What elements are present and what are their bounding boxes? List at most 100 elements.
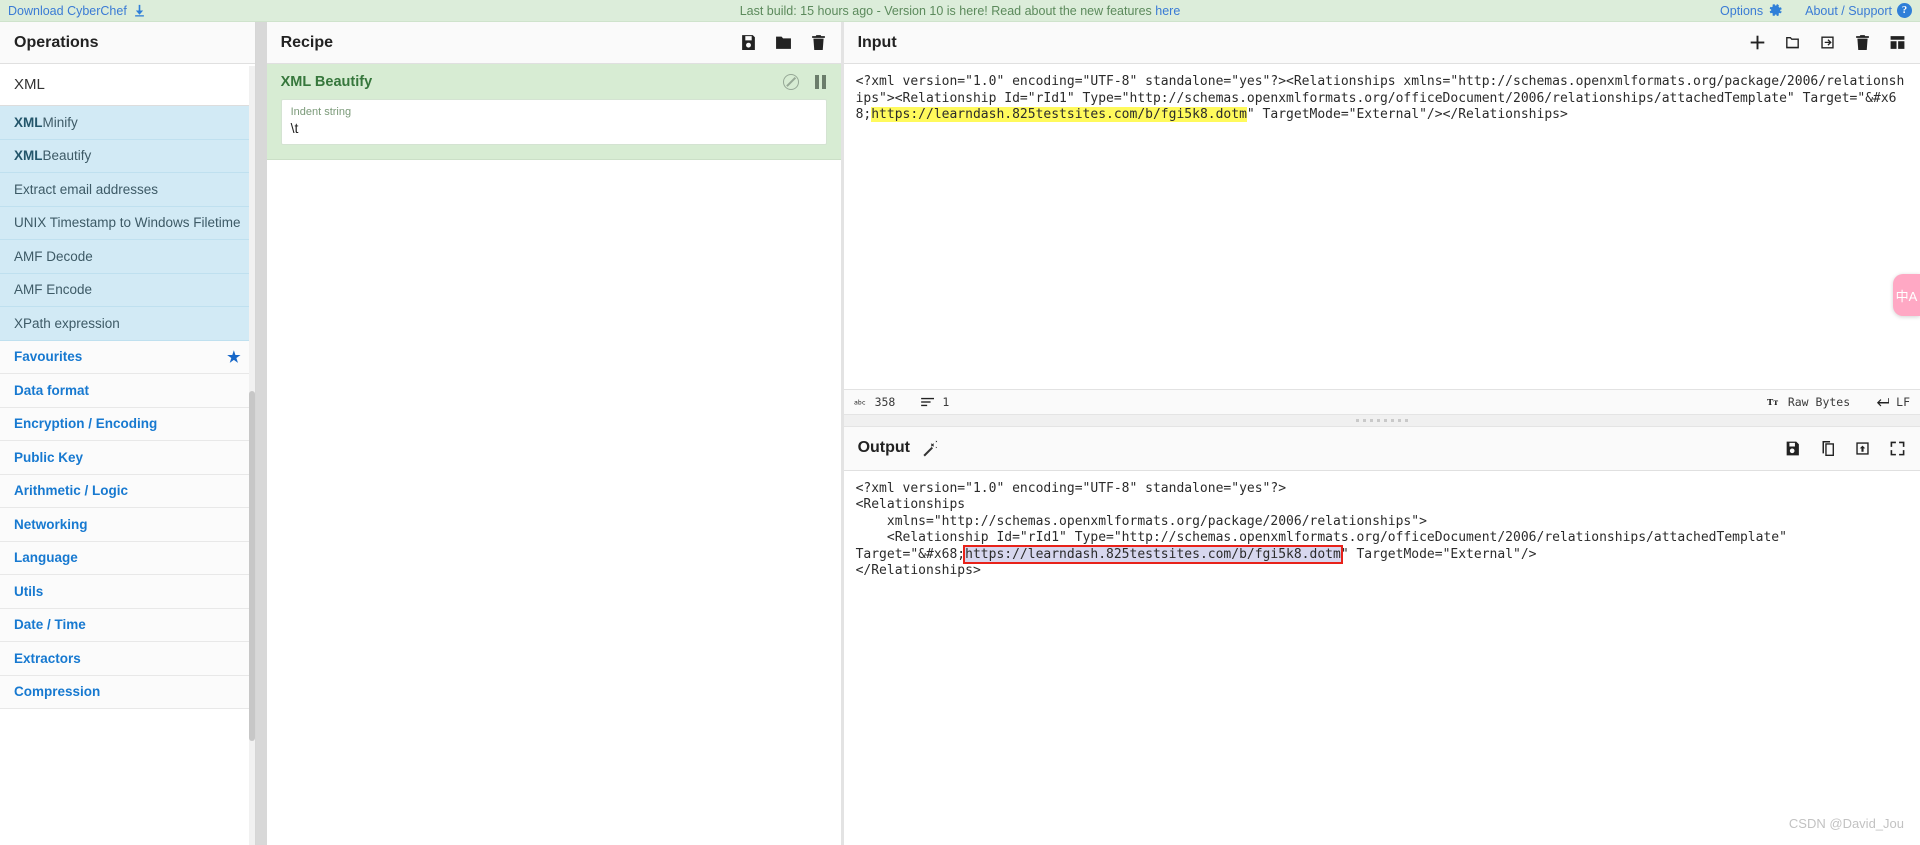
svg-text:Tт: Tт xyxy=(1767,397,1778,407)
output-line-5-suffix: " TargetMode="External"/> xyxy=(1340,546,1537,562)
operation-item-match: XML xyxy=(14,114,43,130)
about-support-label: About / Support xyxy=(1805,3,1892,18)
add-input-tab-plus-icon[interactable] xyxy=(1749,34,1766,51)
operation-item-label: AMF Decode xyxy=(14,248,93,264)
save-recipe-icon[interactable] xyxy=(740,34,757,51)
recipe-header: Recipe xyxy=(266,22,841,64)
main-shell: Operations XML Minify XML Beautify Extra… xyxy=(0,22,1920,845)
operation-item[interactable]: XPath expression xyxy=(0,307,255,341)
input-lines-group: 1 xyxy=(921,395,949,409)
operation-item[interactable]: AMF Encode xyxy=(0,273,255,307)
operation-item-label: Extract email addresses xyxy=(14,181,159,197)
operations-recipe-splitter[interactable] xyxy=(255,22,267,845)
output-line-1: <?xml version="1.0" encoding="UTF-8" sta… xyxy=(855,480,1287,496)
operations-category[interactable]: Public Key xyxy=(0,441,255,475)
recipe-body[interactable]: XML Beautify Indent string \t xyxy=(266,64,841,845)
operations-scrollbar-thumb[interactable] xyxy=(248,391,255,741)
input-encoding-group[interactable]: Tт Raw Bytes xyxy=(1767,395,1850,409)
operation-item[interactable]: Extract email addresses xyxy=(0,173,255,207)
lines-icon xyxy=(921,396,935,408)
operations-category[interactable]: Encryption / Encoding xyxy=(0,407,255,441)
recipe-operation-xml-beautify[interactable]: XML Beautify Indent string \t xyxy=(266,64,841,160)
font-icon: Tт xyxy=(1767,396,1781,408)
banner-features-link[interactable]: here xyxy=(1155,4,1180,18)
operations-category[interactable]: Compression xyxy=(0,675,255,709)
top-banner: Download CyberChef Last build: 15 hours … xyxy=(0,0,1920,22)
download-cyberchef-link[interactable]: Download CyberChef xyxy=(8,4,127,18)
operations-title: Operations xyxy=(0,22,255,64)
operation-item[interactable]: XML Minify xyxy=(0,106,255,140)
maximise-output-icon[interactable] xyxy=(1889,440,1906,457)
operations-search-input[interactable] xyxy=(0,64,255,106)
operation-item[interactable]: AMF Decode xyxy=(0,240,255,274)
io-panel: Input <?xml version="1.0" encoding="UTF-… xyxy=(843,22,1920,845)
magic-wand-icon[interactable] xyxy=(920,439,939,458)
input-textarea[interactable]: <?xml version="1.0" encoding="UTF-8" sta… xyxy=(843,64,1920,389)
indent-string-value[interactable]: \t xyxy=(291,119,817,138)
operations-category-favourites[interactable]: Favourites ★ xyxy=(0,340,255,374)
banner-left: Download CyberChef xyxy=(0,4,146,18)
operation-item-label: AMF Encode xyxy=(14,282,93,298)
category-label: Encryption / Encoding xyxy=(14,416,158,432)
open-input-file-icon[interactable] xyxy=(1819,34,1836,51)
banner-build-text: Last build: 15 hours ago - Version 10 is… xyxy=(739,3,1156,18)
download-arrow-icon[interactable] xyxy=(133,4,146,18)
pause-operation-icon[interactable] xyxy=(814,75,827,89)
input-highlighted-url: https://learndash.825testsites.com/b/fgi… xyxy=(871,107,1247,122)
output-line-6: </Relationships> xyxy=(855,563,981,579)
input-length-value: 358 xyxy=(874,394,896,409)
options-label: Options xyxy=(1720,3,1764,18)
category-label: Language xyxy=(14,550,78,566)
category-label: Networking xyxy=(14,516,88,532)
operations-category[interactable]: Data format xyxy=(0,374,255,408)
gear-icon[interactable] xyxy=(1768,3,1783,18)
options-button[interactable]: Options xyxy=(1720,3,1783,18)
output-line-2: <Relationships xyxy=(855,497,966,513)
about-support-button[interactable]: About / Support ? xyxy=(1805,3,1912,18)
disable-operation-icon[interactable] xyxy=(782,74,799,90)
operations-category[interactable]: Extractors xyxy=(0,642,255,676)
operations-category[interactable]: Arithmetic / Logic xyxy=(0,474,255,508)
input-eol-group[interactable]: LF xyxy=(1875,395,1910,409)
copy-output-icon[interactable] xyxy=(1819,440,1836,457)
input-lines-value: 1 xyxy=(942,394,950,409)
operation-item[interactable]: UNIX Timestamp to Windows Filetime xyxy=(0,206,255,240)
operations-category[interactable]: Date / Time xyxy=(0,608,255,642)
recipe-title: Recipe xyxy=(280,33,334,51)
operations-panel: Operations XML Minify XML Beautify Extra… xyxy=(0,22,256,845)
operations-category[interactable]: Networking xyxy=(0,508,255,542)
clear-input-trash-icon[interactable] xyxy=(1854,34,1871,51)
clear-recipe-trash-icon[interactable] xyxy=(810,34,827,51)
indent-string-field[interactable]: Indent string \t xyxy=(280,99,827,145)
open-folder-icon[interactable] xyxy=(1784,34,1801,51)
recipe-toolbar xyxy=(740,34,827,51)
operations-scrollbar[interactable] xyxy=(248,66,255,845)
load-recipe-folder-icon[interactable] xyxy=(775,34,792,51)
input-toolbar xyxy=(1749,34,1906,51)
recipe-panel: Recipe XML Beautify Indent string \t xyxy=(266,22,841,845)
output-header: Output xyxy=(843,426,1920,471)
return-icon xyxy=(1875,396,1890,408)
operations-category[interactable]: Utils xyxy=(0,575,255,609)
watermark-text: CSDN @David_Jou xyxy=(1788,816,1904,831)
output-textarea[interactable]: <?xml version="1.0" encoding="UTF-8" sta… xyxy=(843,470,1920,845)
input-encoding-value: Raw Bytes xyxy=(1787,394,1851,409)
output-selected-url[interactable]: https://learndash.825testsites.com/b/fgi… xyxy=(963,544,1343,564)
replace-input-with-output-icon[interactable] xyxy=(1854,440,1871,457)
input-header: Input xyxy=(843,22,1920,64)
input-text-after: " TargetMode="External"/></Relationships… xyxy=(1246,107,1568,122)
input-tabs-icon[interactable] xyxy=(1889,34,1906,51)
save-output-icon[interactable] xyxy=(1784,440,1801,457)
star-icon: ★ xyxy=(227,348,241,366)
input-output-splitter[interactable] xyxy=(843,413,1920,427)
operation-item-label: XPath expression xyxy=(14,315,120,331)
operation-item[interactable]: XML Beautify xyxy=(0,139,255,173)
operations-list: XML Minify XML Beautify Extract email ad… xyxy=(0,106,255,845)
operations-category[interactable]: Language xyxy=(0,541,255,575)
translate-widget-icon[interactable]: 中A xyxy=(1893,274,1920,316)
input-status-right: Tт Raw Bytes LF xyxy=(1767,395,1910,409)
output-line-3: xmlns="http://schemas.openxmlformats.org… xyxy=(855,513,1427,529)
operation-item-label: Beautify xyxy=(42,148,92,164)
question-mark-icon[interactable]: ? xyxy=(1897,3,1912,18)
operation-item-match: XML xyxy=(14,148,43,164)
